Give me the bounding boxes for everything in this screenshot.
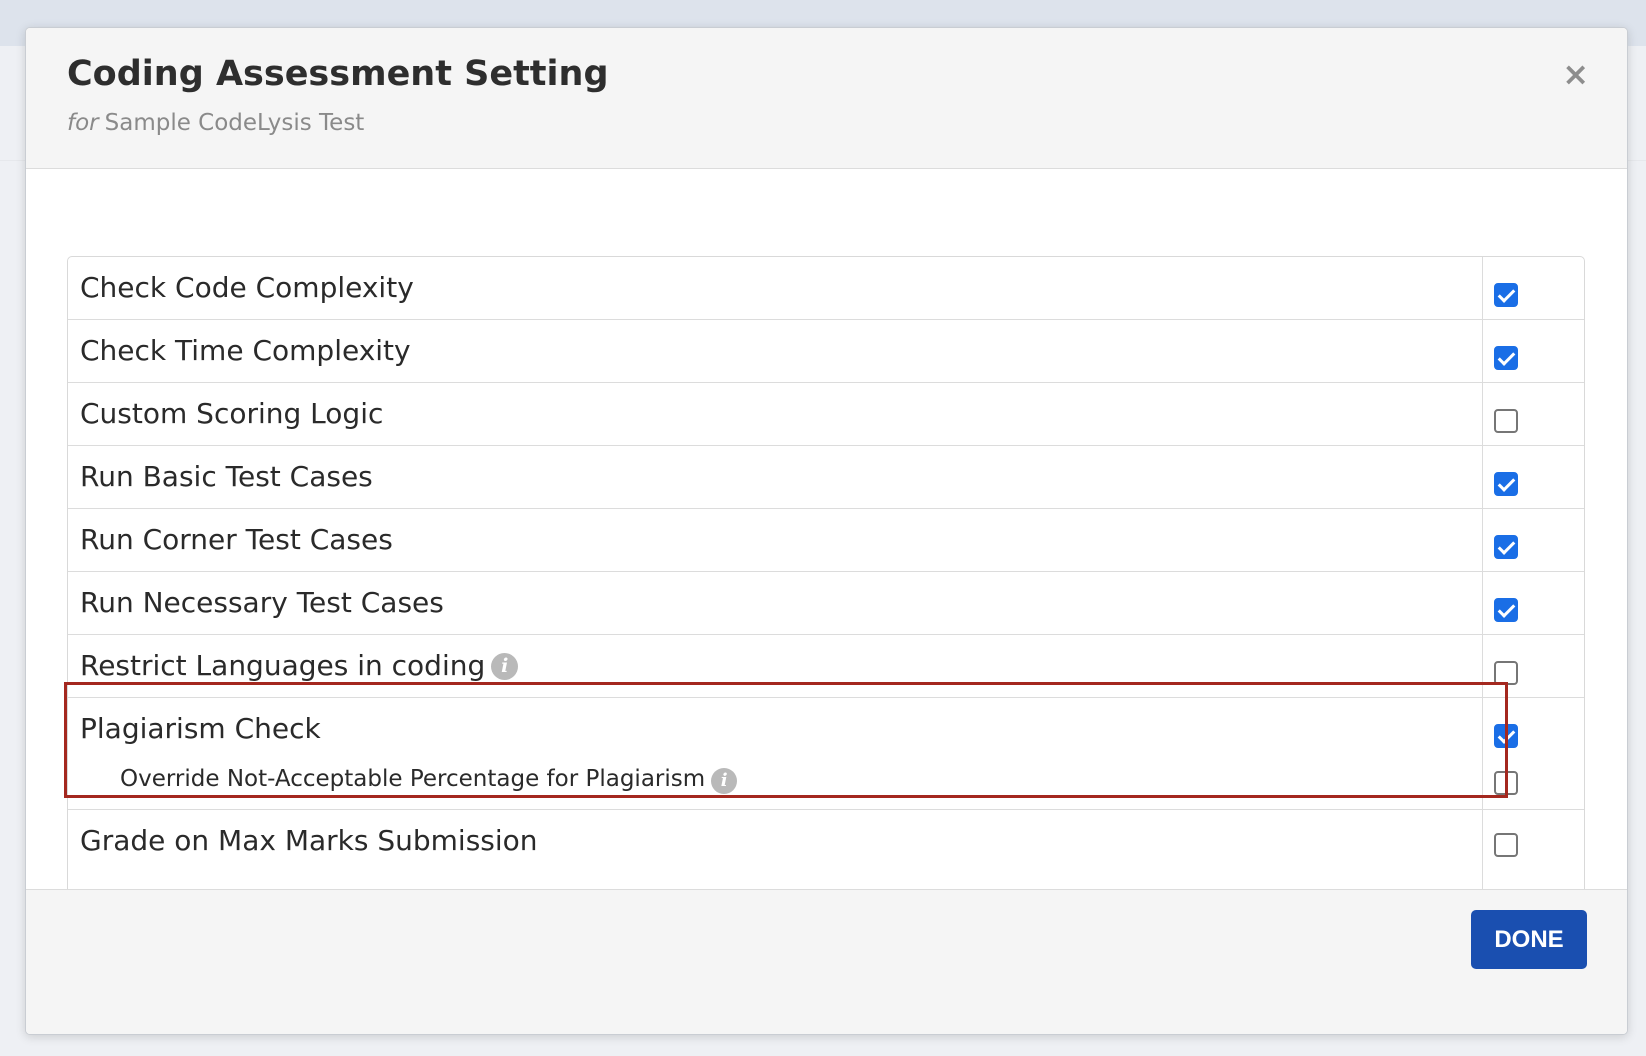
test-name: Sample CodeLysis Test [104, 110, 365, 136]
setting-label: Plagiarism Check [80, 712, 321, 745]
setting-row-check-time-complexity: Check Time Complexity [68, 320, 1584, 383]
setting-sub-label: Override Not-Acceptable Percentage for P… [120, 766, 706, 792]
setting-row-custom-scoring-logic: Custom Scoring Logic [68, 383, 1584, 446]
setting-label: Grade on Max Marks Submission [80, 824, 538, 857]
modal-footer: DONE [26, 889, 1627, 1034]
setting-row-restrict-languages: Restrict Languages in coding i [68, 635, 1584, 698]
info-icon[interactable]: i [711, 768, 738, 794]
plagiarism-check-checkbox[interactable] [1494, 724, 1518, 748]
setting-row-grade-on-max-marks: Grade on Max Marks Submission [68, 810, 1584, 894]
setting-label: Custom Scoring Logic [80, 397, 384, 430]
modal-body: Check Code Complexity Check Time Complex… [26, 169, 1627, 959]
background-divider [1626, 160, 1646, 161]
grade-on-max-marks-checkbox[interactable] [1494, 833, 1518, 857]
modal-header: Coding Assessment Setting for Sample Code… [26, 28, 1627, 169]
setting-row-check-code-complexity: Check Code Complexity [68, 257, 1584, 320]
setting-row-run-necessary-test-cases: Run Necessary Test Cases [68, 572, 1584, 635]
setting-label: Run Necessary Test Cases [80, 586, 444, 619]
close-icon[interactable]: × [1562, 58, 1589, 90]
modal-title: Coding Assessment Setting [67, 54, 609, 94]
coding-assessment-setting-modal: Coding Assessment Setting for Sample Code… [25, 27, 1628, 1035]
setting-label: Check Time Complexity [80, 334, 411, 367]
run-corner-test-cases-checkbox[interactable] [1494, 535, 1518, 559]
modal-subtitle: for Sample CodeLysis Test [67, 110, 364, 136]
custom-scoring-logic-checkbox[interactable] [1494, 409, 1518, 433]
subtitle-prefix: for [67, 110, 99, 136]
setting-row-run-basic-test-cases: Run Basic Test Cases [68, 446, 1584, 509]
settings-table: Check Code Complexity Check Time Complex… [67, 256, 1585, 895]
run-basic-test-cases-checkbox[interactable] [1494, 472, 1518, 496]
background-divider [0, 160, 25, 161]
override-plagiarism-percentage-checkbox[interactable] [1494, 771, 1518, 795]
setting-label: Run Corner Test Cases [80, 523, 393, 556]
done-button[interactable]: DONE [1471, 910, 1587, 969]
setting-label: Check Code Complexity [80, 271, 414, 304]
setting-row-run-corner-test-cases: Run Corner Test Cases [68, 509, 1584, 572]
check-time-complexity-checkbox[interactable] [1494, 346, 1518, 370]
setting-row-plagiarism-check: Plagiarism Check Override Not-Acceptable… [68, 698, 1584, 810]
info-icon[interactable]: i [491, 653, 519, 680]
restrict-languages-checkbox[interactable] [1494, 661, 1518, 685]
run-necessary-test-cases-checkbox[interactable] [1494, 598, 1518, 622]
setting-label: Run Basic Test Cases [80, 460, 373, 493]
check-code-complexity-checkbox[interactable] [1494, 283, 1518, 307]
setting-label: Restrict Languages in coding [80, 649, 486, 682]
